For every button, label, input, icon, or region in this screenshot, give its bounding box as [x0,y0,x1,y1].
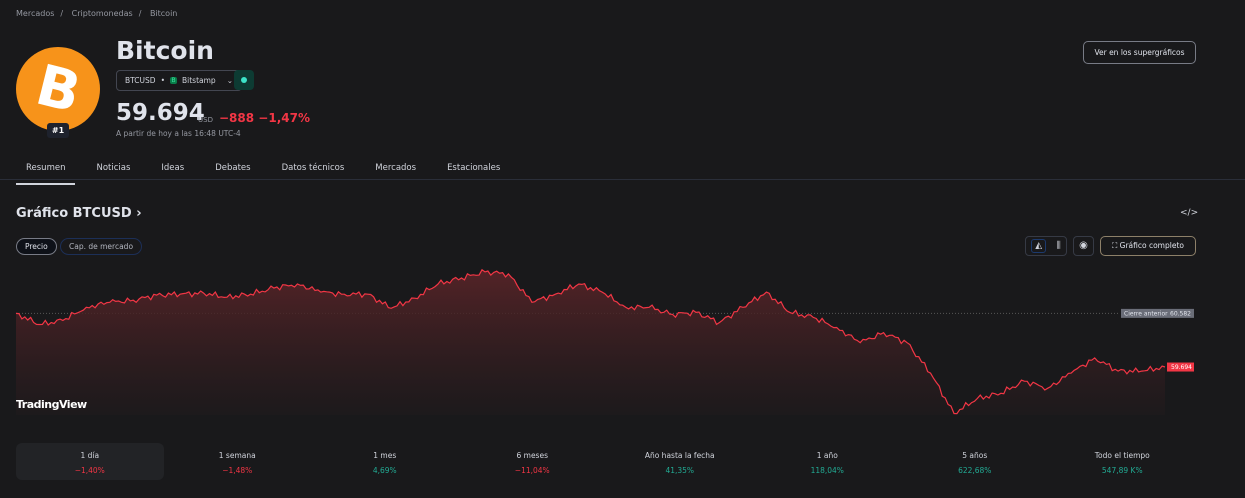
prev-close-value: 60.582 [1170,310,1191,317]
tabs: Resumen Noticias Ideas Debates Datos téc… [16,158,521,185]
perf-all[interactable]: Todo el tiempo 547,89 K% [1049,443,1197,480]
performance-bar: 1 día −1,40% 1 semana −1,48% 1 mes 4,69% 6 … [16,443,1196,480]
tab-estacionales[interactable]: Estacionales [437,158,510,185]
last-price-label: 59.694 [1171,364,1192,371]
breadcrumb-bitcoin[interactable]: Bitcoin [150,9,177,18]
tab-ideas[interactable]: Ideas [151,158,194,185]
chart-title-link[interactable]: Gráfico BTCUSD › [16,206,142,221]
live-dot-icon [241,77,247,83]
breadcrumb-criptomonedas[interactable]: Criptomonedas [72,9,133,18]
price-change: −888 −1,47% [219,111,310,125]
full-chart-button[interactable]: ⛶ Gráfico completo [1100,236,1196,256]
price-chart[interactable]: Cierre anterior 60.582 59.694 [0,260,1245,430]
tab-resumen[interactable]: Resumen [16,158,76,185]
perf-1y[interactable]: 1 año 118,04% [754,443,902,480]
perf-1d[interactable]: 1 día −1,40% [16,443,164,480]
symbol-label: BTCUSD [125,76,156,85]
tab-debates[interactable]: Debates [205,158,260,185]
chevron-down-icon: ⌄ [226,76,233,85]
embed-code-icon[interactable]: </> [1180,208,1198,218]
breadcrumb-mercados[interactable]: Mercados [16,9,54,18]
symbol-exchange-selector[interactable]: BTCUSD • B Bitstamp ⌄ [116,70,242,91]
price: 59.694 [116,100,205,126]
prev-close-label: Cierre anterior [1124,310,1168,317]
exchange-label: Bitstamp [182,76,216,85]
perf-1w[interactable]: 1 semana −1,48% [164,443,312,480]
chart-style-toggle: ◭ ⫼ [1025,236,1067,256]
page-title: Bitcoin [116,36,214,65]
tab-noticias[interactable]: Noticias [86,158,140,185]
candles-icon[interactable]: ⫼ [1057,241,1061,251]
area-chart-icon[interactable]: ◭ [1031,239,1047,253]
as-of-time: A partir de hoy a las 16:48 UTC-4 [116,129,241,138]
perf-5y[interactable]: 5 años 622,68% [901,443,1049,480]
supercharts-button[interactable]: Ver en los supergráficos [1083,41,1196,64]
tab-datos-tecnicos[interactable]: Datos técnicos [272,158,355,185]
market-status-button[interactable] [234,70,254,90]
perf-6m[interactable]: 6 meses −11,04% [459,443,607,480]
bitstamp-icon: B [170,77,177,84]
tradingview-watermark: TradingView [16,398,87,411]
breadcrumb: Mercados / Criptomonedas / Bitcoin [16,9,178,18]
camera-icon[interactable]: ◉ [1073,236,1094,256]
rank-badge: #1 [47,123,69,138]
currency: USD [198,116,213,124]
pill-cap-mercado[interactable]: Cap. de mercado [60,238,143,255]
tab-mercados[interactable]: Mercados [365,158,426,185]
pill-precio[interactable]: Precio [16,238,57,255]
perf-ytd[interactable]: Año hasta la fecha 41,35% [606,443,754,480]
divider [0,179,1245,180]
perf-1m[interactable]: 1 mes 4,69% [311,443,459,480]
bitcoin-logo: B [16,47,100,131]
